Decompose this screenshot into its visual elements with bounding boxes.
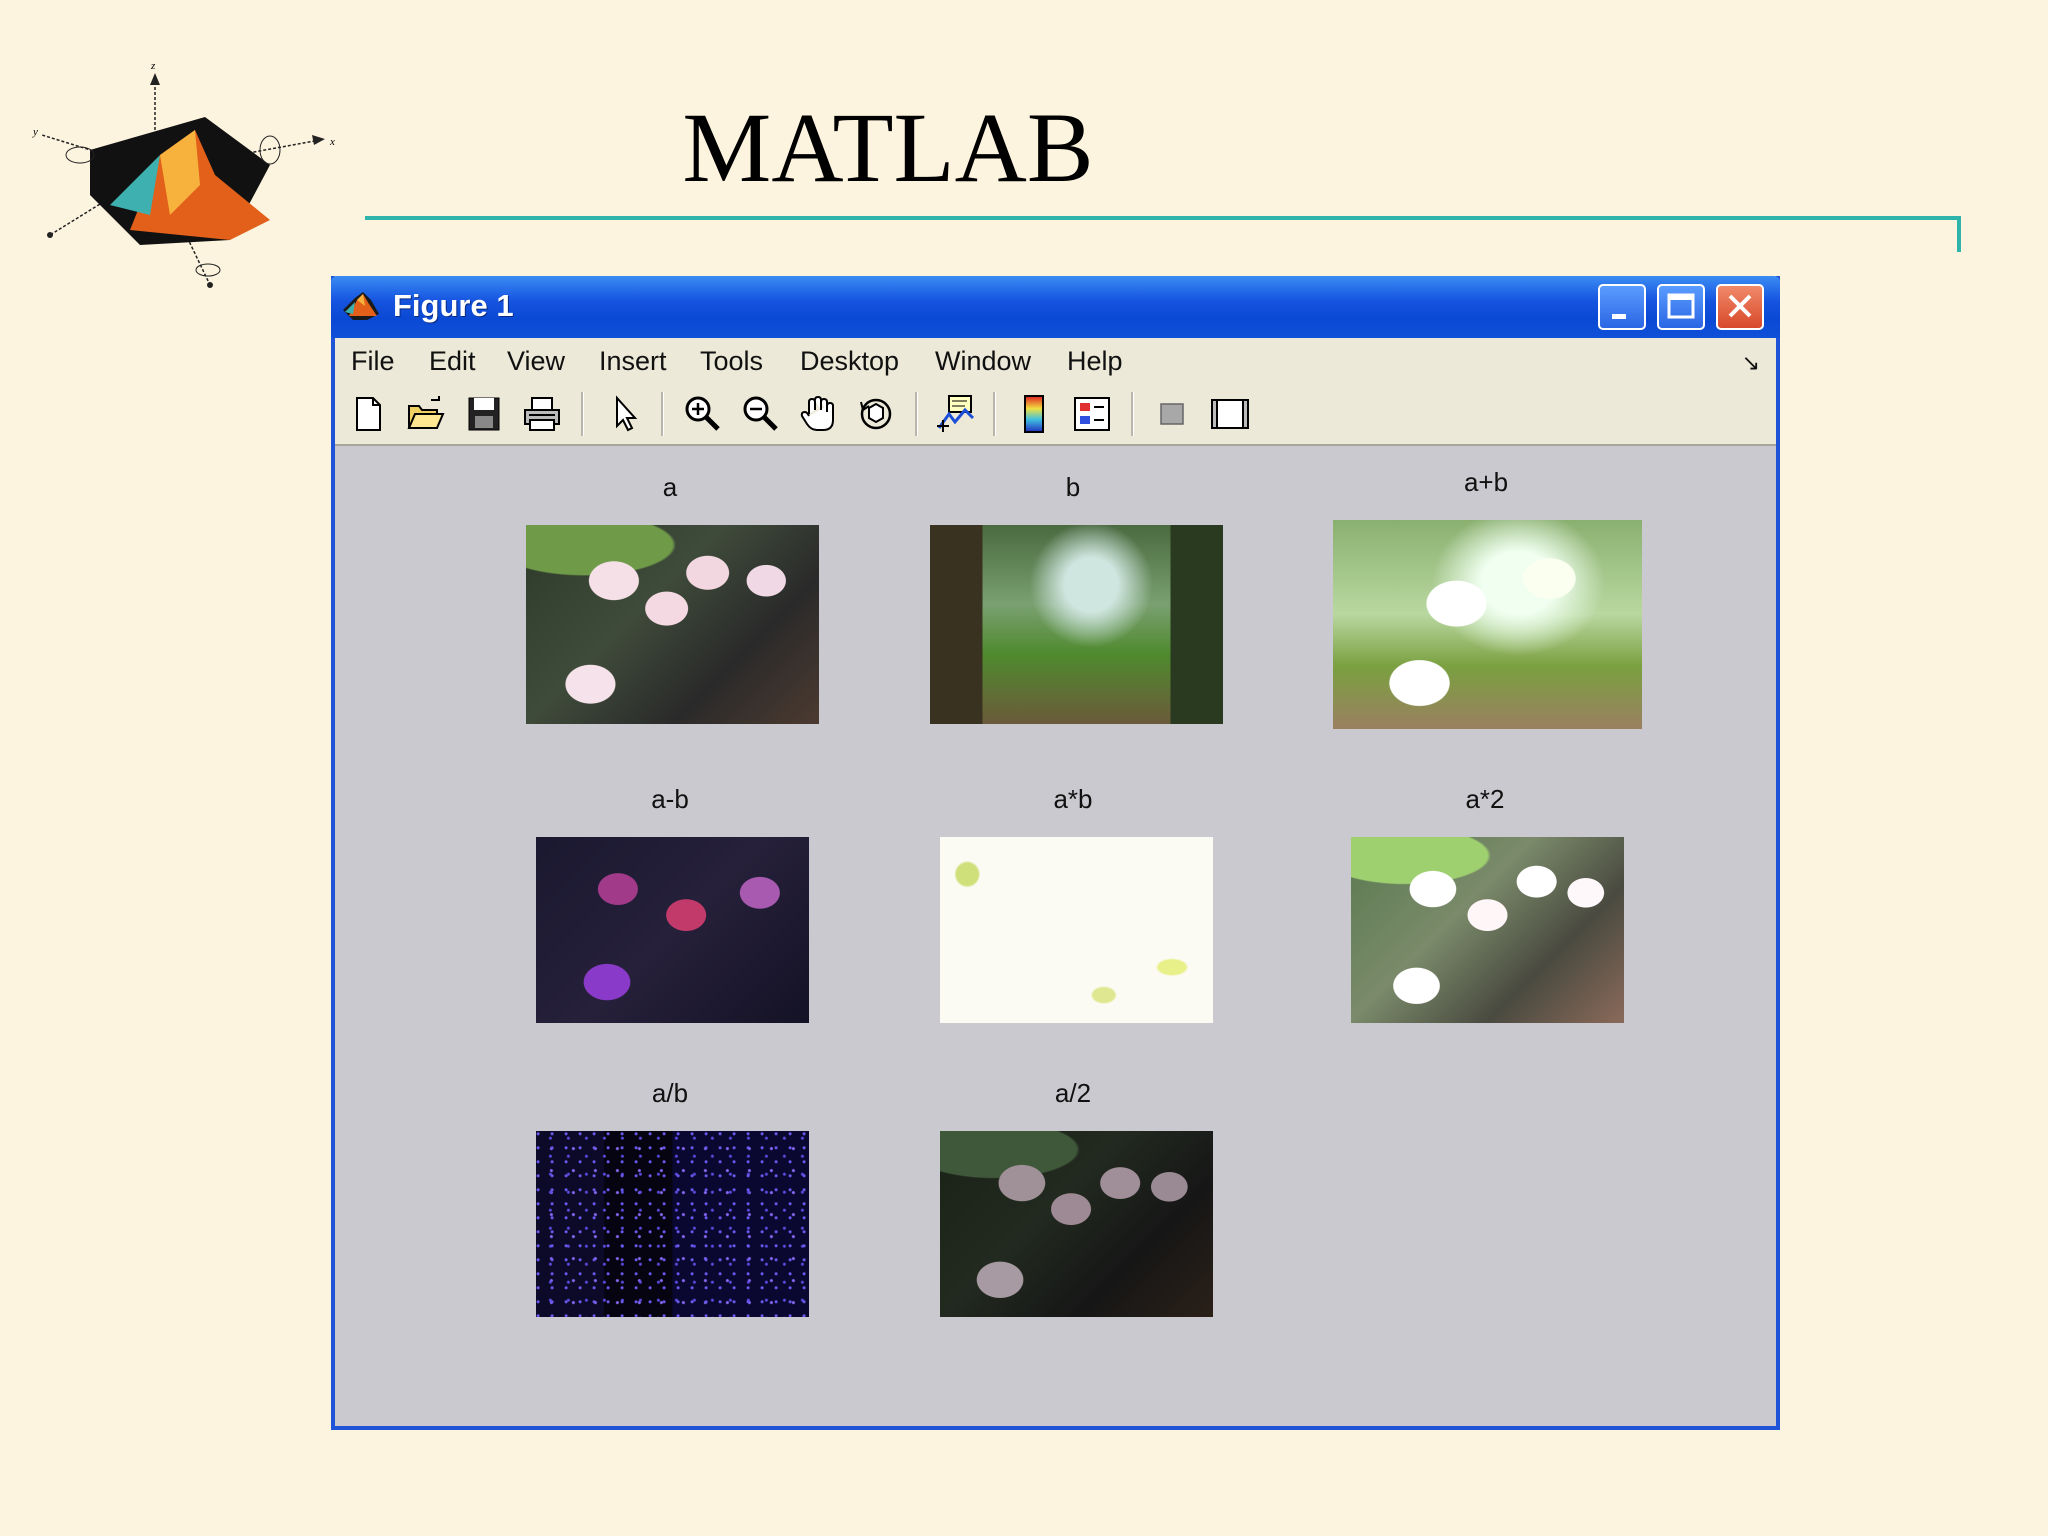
close-button[interactable] — [1716, 284, 1764, 330]
toolbar-separator — [581, 392, 584, 436]
menu-help[interactable]: Help — [1067, 346, 1123, 377]
toolbar-separator — [915, 392, 918, 436]
zoom-out-icon[interactable] — [739, 392, 781, 436]
toolbar-separator — [1131, 392, 1134, 436]
insert-legend-icon[interactable] — [1071, 392, 1113, 436]
figure-canvas[interactable]: a b a+b a-b a*b a*2 a/b a/2 — [335, 446, 1776, 1426]
menu-bar: File Edit View Insert Tools Desktop Wind… — [335, 338, 1776, 385]
title-rule-end — [1957, 216, 1961, 252]
dock-arrow-icon[interactable]: ↘ — [1742, 350, 1760, 376]
menu-view[interactable]: View — [507, 346, 565, 377]
subplot-image-a-times-2[interactable] — [1351, 837, 1624, 1023]
maximize-icon — [1667, 293, 1695, 319]
insert-colorbar-icon[interactable] — [1013, 392, 1055, 436]
menu-window[interactable]: Window — [935, 346, 1031, 377]
menu-file[interactable]: File — [351, 346, 395, 377]
show-plot-tools-icon[interactable] — [1209, 392, 1251, 436]
subplot-title-a-minus-b: a-b — [651, 784, 689, 814]
subplot-title-a-plus-b: a+b — [1463, 467, 1509, 497]
close-icon — [1728, 294, 1752, 318]
new-figure-icon[interactable] — [347, 392, 389, 436]
minimize-icon — [1612, 314, 1626, 319]
minimize-button[interactable] — [1598, 284, 1646, 330]
data-cursor-icon[interactable] — [935, 392, 977, 436]
menu-tools[interactable]: Tools — [700, 346, 763, 377]
subplot-image-a-div-b[interactable] — [536, 1131, 809, 1317]
title-rule — [365, 216, 1961, 220]
pan-hand-icon[interactable] — [797, 392, 839, 436]
svg-text:z: z — [150, 60, 156, 72]
subplot-image-a-minus-b[interactable] — [536, 837, 809, 1023]
print-icon[interactable] — [521, 392, 563, 436]
subplot-image-a-div-2[interactable] — [940, 1131, 1213, 1317]
figure-toolbar — [335, 384, 1776, 446]
toolbar-separator — [993, 392, 996, 436]
edit-plot-arrow-icon[interactable] — [603, 392, 645, 436]
maximize-button[interactable] — [1657, 284, 1705, 330]
slide-title: MATLAB — [682, 92, 1094, 203]
subplot-image-a-plus-b[interactable] — [1333, 520, 1642, 729]
open-file-icon[interactable] — [405, 392, 447, 436]
save-icon[interactable] — [463, 392, 505, 436]
subplot-title-b: b — [1065, 472, 1081, 502]
subplot-title-a-times-b: a*b — [1053, 784, 1093, 814]
toolbar-separator — [661, 392, 664, 436]
figure-window[interactable]: Figure 1 File Edit View Insert Tools Des… — [331, 276, 1780, 1430]
menu-edit[interactable]: Edit — [429, 346, 476, 377]
subplot-title-a: a — [662, 472, 678, 502]
subplot-image-b[interactable] — [930, 525, 1223, 724]
subplot-title-a-div-b: a/b — [651, 1078, 689, 1108]
window-titlebar[interactable]: Figure 1 — [331, 276, 1780, 338]
matlab-app-icon[interactable] — [341, 288, 381, 324]
hide-plot-tools-icon[interactable] — [1151, 392, 1193, 436]
menu-desktop[interactable]: Desktop — [800, 346, 899, 377]
subplot-title-a-div-2: a/2 — [1054, 1078, 1092, 1108]
subplot-title-a-times-2: a*2 — [1465, 784, 1505, 814]
subplot-image-a[interactable] — [526, 525, 819, 724]
window-title: Figure 1 — [393, 288, 514, 323]
rotate-3d-icon[interactable] — [855, 392, 897, 436]
menu-insert[interactable]: Insert — [599, 346, 667, 377]
subplot-image-a-times-b[interactable] — [940, 837, 1213, 1023]
zoom-in-icon[interactable] — [681, 392, 723, 436]
